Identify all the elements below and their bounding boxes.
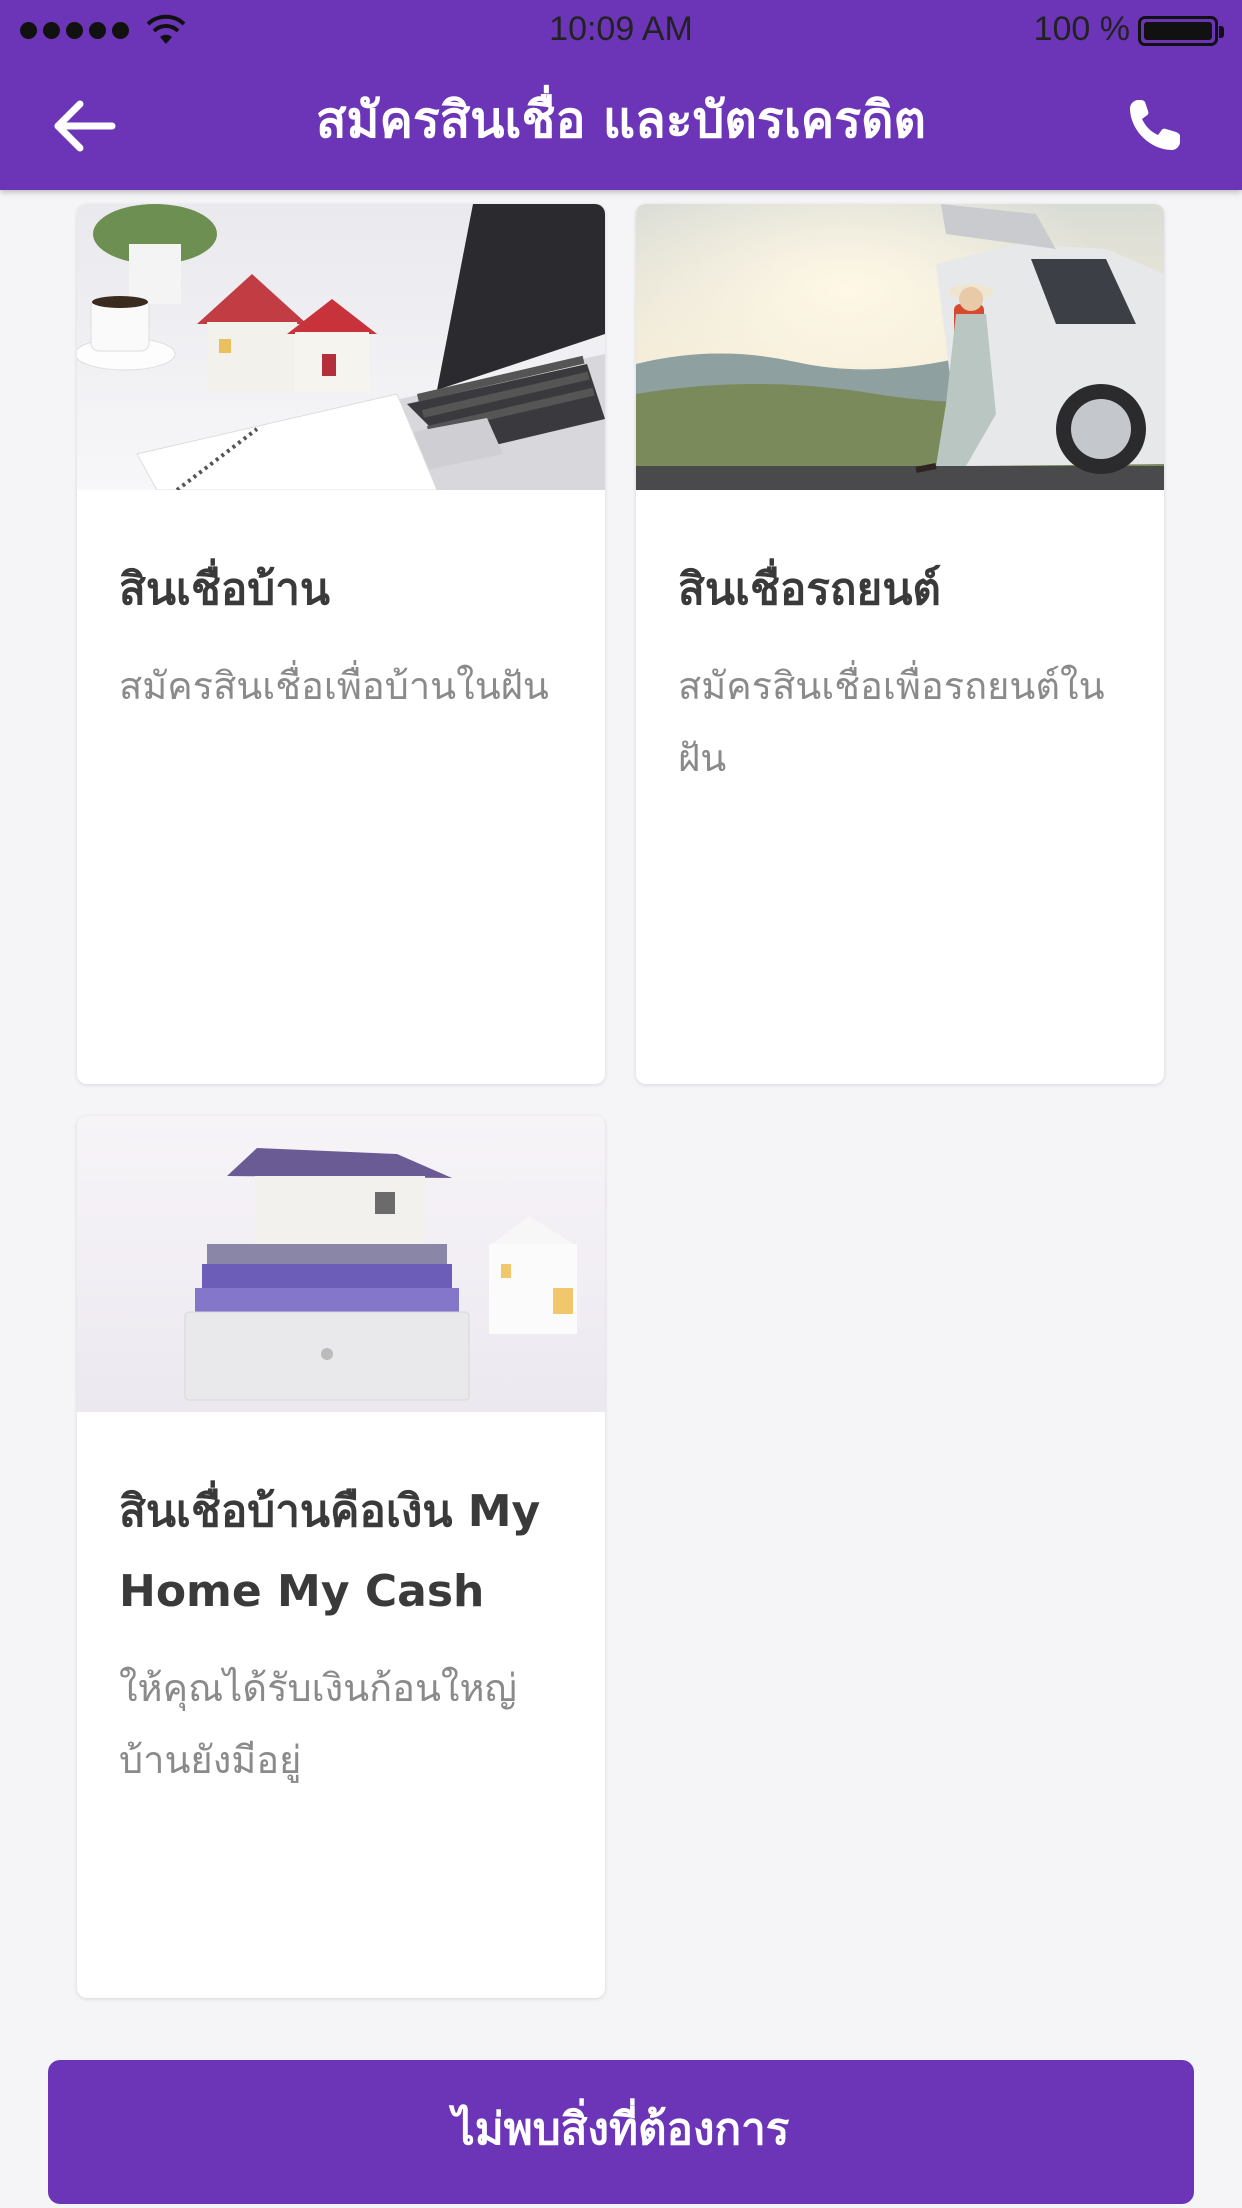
- home-loan-photo: [77, 204, 605, 490]
- arrow-left-icon[interactable]: [50, 96, 120, 156]
- battery-icon: [1138, 16, 1224, 46]
- card-title: สินเชื่อรถยนต์: [678, 564, 941, 615]
- card-description: สมัครสินเชื่อเพื่อบ้านในฝัน: [119, 664, 549, 708]
- card-description: ให้คุณได้รับเงินก้อนใหญ่ บ้านยังมีอยู่: [119, 1666, 517, 1782]
- phone-icon[interactable]: [1124, 96, 1184, 156]
- app-header: สมัครสินเชื่อ และบัตรเครดิต: [0, 60, 1242, 190]
- card-home-loan[interactable]: สินเชื่อบ้าน สมัครสินเชื่อเพื่อบ้านในฝัน: [77, 204, 605, 1084]
- top-bar: 10:09 AM 100 % สมัครสินเชื่อ และบัตรเครด…: [0, 0, 1242, 190]
- status-bar: 10:09 AM 100 %: [0, 0, 1242, 60]
- home-cash-photo: [77, 1116, 605, 1412]
- battery-percentage: 100 %: [1033, 10, 1130, 48]
- card-title: สินเชื่อบ้าน: [119, 564, 330, 615]
- card-car-loan[interactable]: สินเชื่อรถยนต์ สมัครสินเชื่อเพื่อรถยนต์ใ…: [636, 204, 1164, 1084]
- card-title: สินเชื่อบ้านคือเงิน My Home My Cash: [119, 1486, 541, 1617]
- car-loan-photo: [636, 204, 1164, 490]
- page-title: สมัครสินเชื่อ และบัตรเครดิต: [315, 91, 927, 149]
- card-description: สมัครสินเชื่อเพื่อรถยนต์ในฝัน: [678, 664, 1105, 780]
- card-my-home-my-cash[interactable]: สินเชื่อบ้านคือเงิน My Home My Cash ให้ค…: [77, 1116, 605, 1998]
- not-found-button[interactable]: ไม่พบสิ่งที่ต้องการ: [48, 2060, 1194, 2204]
